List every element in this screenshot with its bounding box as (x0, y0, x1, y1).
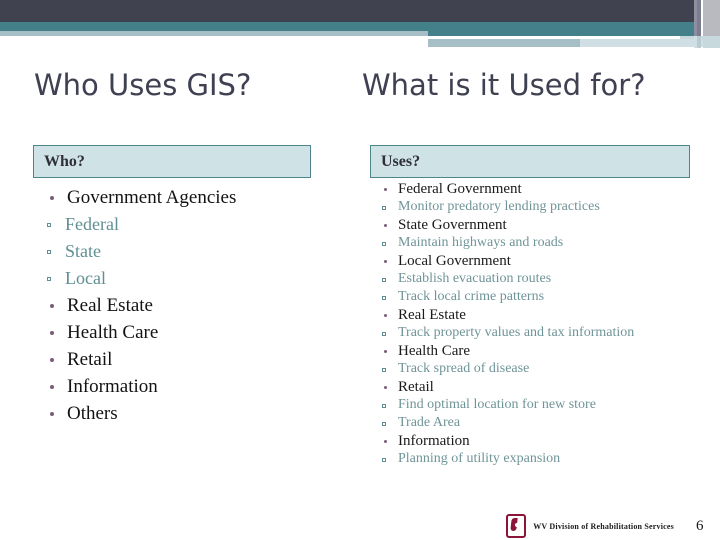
list-item-level1: Health Care (370, 342, 700, 360)
list-item-level1: Local Government (370, 252, 700, 270)
wv-drs-logo-icon (506, 514, 527, 538)
sub-list: Federal State Local (33, 211, 333, 292)
list-item-label: Local Government (398, 253, 511, 269)
sub-list-item-label: State (65, 241, 101, 261)
list-item-label: Health Care (67, 322, 159, 343)
header-vertical-strip-6 (697, 36, 701, 48)
list-item-level1: Retail (33, 346, 333, 373)
list-item-label: Federal Government (398, 181, 522, 197)
list-item-level1: State Government (370, 216, 700, 234)
header-vertical-strip-7 (703, 36, 720, 48)
slide-header-decoration (0, 0, 720, 56)
column-header-who: Who? (33, 145, 311, 178)
footer-organization-label: WV Division of Rehabilitation Services (533, 521, 674, 531)
sub-list-item-label: Local (65, 268, 106, 288)
list-item-level2: State (33, 238, 333, 265)
list-item-label: Government Agencies (67, 187, 237, 208)
sub-list-item-label: Maintain highways and roads (398, 235, 564, 250)
header-band-white-left (0, 36, 428, 56)
list-item-level1: Real Estate (370, 306, 700, 324)
who-list: Government Agencies Federal State Local Real… (33, 184, 333, 427)
list-item-label: Real Estate (67, 295, 153, 316)
sub-list-item-label: Monitor predatory lending practices (398, 199, 600, 214)
list-item-level2: Track property values and tax informatio… (370, 324, 700, 342)
list-item-level2: Monitor predatory lending practices (370, 198, 700, 216)
sub-list-item-label: Planning of utility expansion (398, 451, 561, 466)
sub-list: Planning of utility expansion (370, 450, 700, 468)
uses-list: Federal Government Monitor predatory lend… (370, 180, 700, 468)
sub-list: Monitor predatory lending practices (370, 198, 700, 216)
list-item-level1: Others (33, 400, 333, 427)
column-header-who-label: Who? (44, 152, 85, 170)
sub-list-item-label: Trade Area (398, 415, 461, 430)
column-body-uses: Federal Government Monitor predatory lend… (370, 180, 700, 468)
list-item-level1: Federal Government (370, 180, 700, 198)
list-item-level2: Track spread of disease (370, 360, 700, 378)
sub-list-item-label: Establish evacuation routes (398, 271, 552, 286)
list-item-level2: Federal (33, 211, 333, 238)
slide-footer: WV Division of Rehabilitation Services 6 (0, 512, 720, 540)
sub-list: Track spread of disease (370, 360, 700, 378)
list-item-level2: Trade Area (370, 414, 700, 432)
header-vertical-strip-4 (703, 0, 720, 36)
sub-list: Establish evacuation routes Track local c… (370, 270, 700, 306)
sub-list-item-label: Find optimal location for new store (398, 397, 596, 412)
list-item-label: Information (67, 376, 158, 397)
column-header-uses-label: Uses? (381, 152, 421, 170)
list-item-level2: Track local crime patterns (370, 288, 700, 306)
list-item-level1: Health Care (33, 319, 333, 346)
list-item-label: Information (398, 433, 470, 449)
sub-list-item-label: Track property values and tax informatio… (398, 325, 635, 340)
slide-title-right: What is it Used for? (362, 68, 646, 102)
list-item-level1: Retail (370, 378, 700, 396)
list-item-label: Retail (67, 349, 113, 370)
header-band-dark (0, 0, 720, 22)
slide-title-left: Who Uses GIS? (34, 68, 252, 102)
list-item-level1: Government Agencies (33, 184, 333, 211)
list-item-level1: Real Estate (33, 292, 333, 319)
sub-list: Maintain highways and roads (370, 234, 700, 252)
sub-list: Track property values and tax informatio… (370, 324, 700, 342)
list-item-label: Real Estate (398, 307, 466, 323)
list-item-level2: Local (33, 265, 333, 292)
list-item-level2: Maintain highways and roads (370, 234, 700, 252)
list-item-level1: Information (370, 432, 700, 450)
list-item-level1: Information (33, 373, 333, 400)
page-number: 6 (696, 517, 704, 534)
column-header-uses: Uses? (370, 145, 690, 178)
list-item-label: Others (67, 403, 118, 424)
list-item-level2: Find optimal location for new store (370, 396, 700, 414)
sub-list-item-label: Federal (65, 214, 119, 234)
list-item-level2: Planning of utility expansion (370, 450, 700, 468)
sub-list: Find optimal location for new store Trade… (370, 396, 700, 432)
sub-list-item-label: Track spread of disease (398, 361, 530, 376)
list-item-level2: Establish evacuation routes (370, 270, 700, 288)
list-item-label: Health Care (398, 343, 471, 359)
column-body-who: Government Agencies Federal State Local Real… (33, 184, 333, 427)
list-item-label: State Government (398, 217, 507, 233)
list-item-label: Retail (398, 379, 434, 395)
sub-list-item-label: Track local crime patterns (398, 289, 545, 304)
